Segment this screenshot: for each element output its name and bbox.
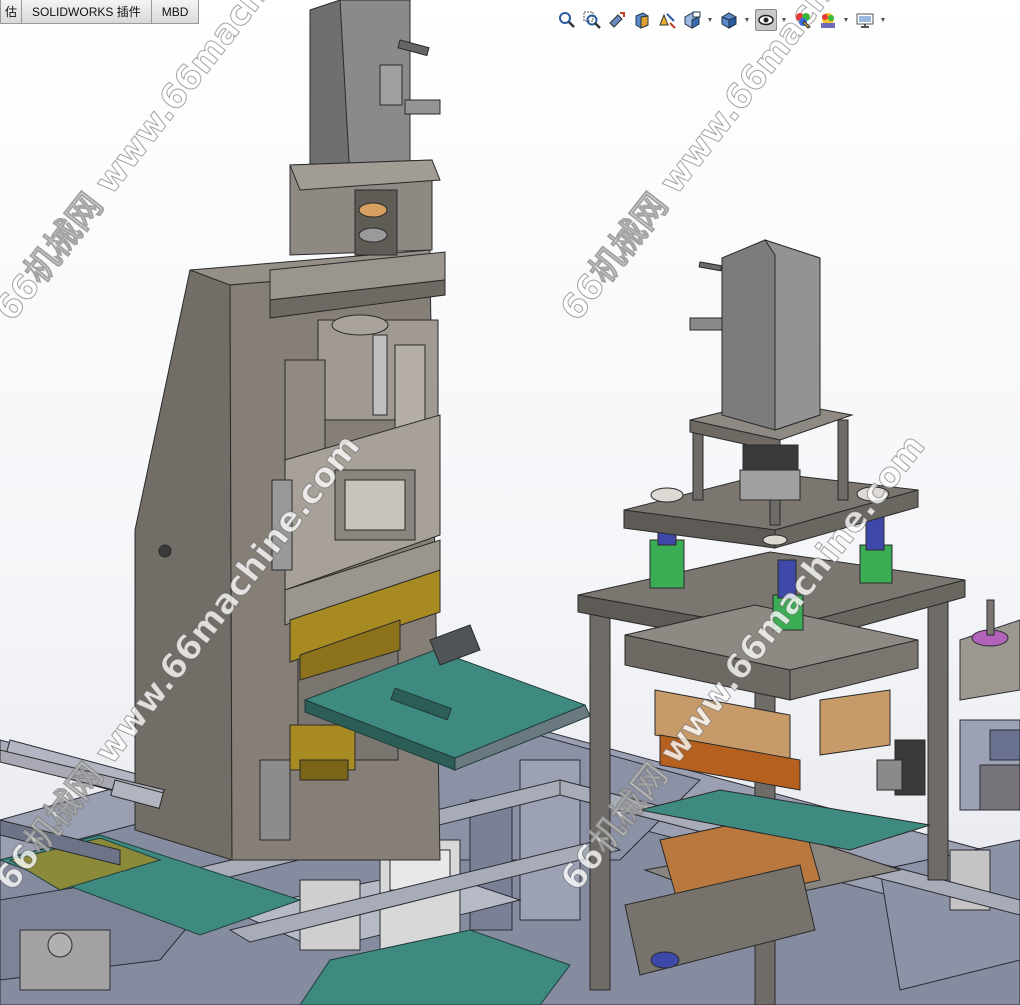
previous-view-icon[interactable] <box>606 9 628 31</box>
apply-scene-dropdown[interactable]: ▼ <box>842 9 850 31</box>
tab-evaluate[interactable]: 估 <box>0 0 23 24</box>
command-manager-tabs: 估 SOLIDWORKS 插件 MBD <box>0 0 200 26</box>
motor-mount <box>269 159 446 319</box>
section-view-icon[interactable] <box>631 9 653 31</box>
hide-show-items-dropdown[interactable]: ▼ <box>780 9 788 31</box>
edit-appearance-icon[interactable] <box>792 9 814 31</box>
view-orientation-icon[interactable] <box>681 9 703 31</box>
cad-assembly-model[interactable] <box>0 0 1020 1005</box>
tab-solidworks-addins[interactable]: SOLIDWORKS 插件 <box>21 0 152 24</box>
dynamic-annotation-icon[interactable] <box>656 9 678 31</box>
view-settings-dropdown[interactable]: ▼ <box>879 9 887 31</box>
apply-scene-icon[interactable] <box>817 9 839 31</box>
view-settings-icon[interactable] <box>854 9 876 31</box>
graphics-area[interactable]: 66机械网 www.66machine.com 66机械网 www.66mach… <box>0 0 1020 1005</box>
tab-mbd[interactable]: MBD <box>150 0 200 24</box>
heads-up-view-toolbar: ▼ ▼ ▼ ▼ ▼ <box>556 6 891 34</box>
display-style-icon[interactable] <box>718 9 740 31</box>
zoom-to-fit-icon[interactable] <box>556 9 578 31</box>
hide-show-items-icon[interactable] <box>755 9 777 31</box>
display-style-dropdown[interactable]: ▼ <box>743 9 751 31</box>
zoom-to-area-icon[interactable] <box>581 9 603 31</box>
view-orientation-dropdown[interactable]: ▼ <box>706 9 714 31</box>
